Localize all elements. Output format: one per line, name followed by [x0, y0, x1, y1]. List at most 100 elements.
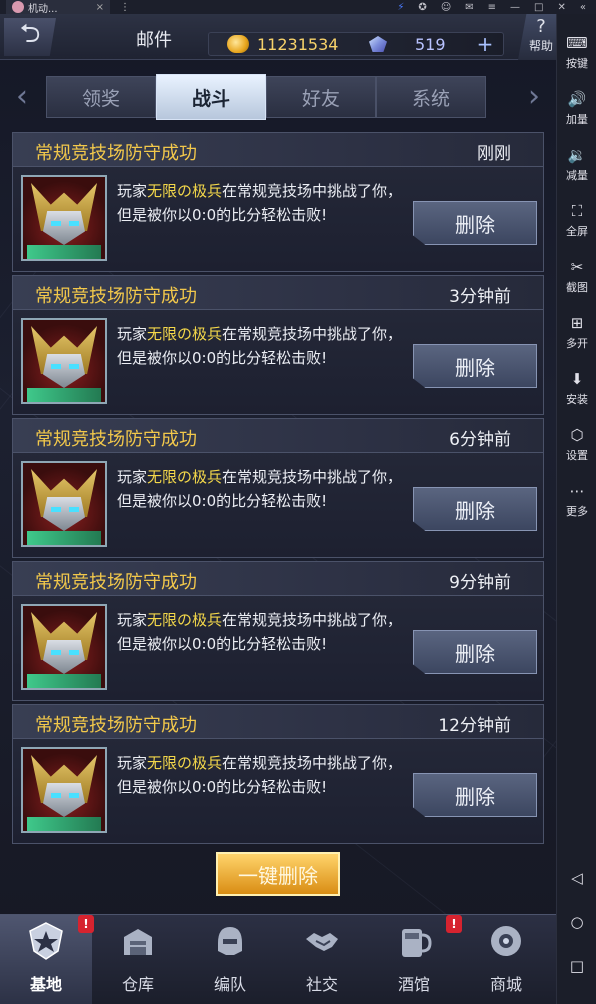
opponent-avatar: [21, 604, 107, 690]
collapse-sidebar-icon[interactable]: «: [580, 2, 586, 13]
help-label: 帮助: [528, 39, 553, 53]
sidebar-keymap[interactable]: ⌨ 按键: [557, 34, 596, 71]
android-recents-icon[interactable]: □: [557, 957, 596, 975]
emulator-tab[interactable]: 机动... ×: [6, 0, 110, 15]
nav-squad[interactable]: 编队: [184, 915, 276, 1004]
mail-item-header: 常规竞技场防守成功 6分钟前: [13, 419, 543, 453]
mail-message: 玩家无限の极兵在常规竞技场中挑战了你，但是被你以0:0的比分轻松击败!: [117, 465, 407, 513]
handshake-icon: [306, 933, 338, 951]
gamepad-icon[interactable]: ✪: [418, 2, 426, 13]
mech-eye: [51, 507, 61, 512]
tabs-left-arrow-icon[interactable]: ‹: [4, 74, 40, 120]
mech-eye: [51, 650, 61, 655]
tab-title: 机动...: [28, 3, 58, 15]
close-window-icon[interactable]: ✕: [557, 2, 565, 13]
android-home-icon[interactable]: ○: [557, 913, 596, 931]
opponent-avatar: [21, 461, 107, 547]
emulator-window: 机动... × ⋮ ⚡ ✪ ☺ ✉ ≡ — □ ✕ « ⮌ 邮件 1123153…: [0, 0, 596, 1004]
nav-tavern[interactable]: ! 酒馆: [368, 915, 462, 1004]
mech-eye: [51, 221, 61, 226]
nav-label: 酒馆: [397, 975, 430, 994]
mail-item-header: 常规竞技场防守成功 9分钟前: [13, 562, 543, 596]
sidebar-label: 按键: [566, 57, 588, 70]
avatar-base: [27, 245, 101, 259]
sidebar-volume-up[interactable]: 🔊 加量: [557, 90, 596, 127]
back-arrow-icon: ⮌: [19, 19, 41, 49]
sidebar-settings[interactable]: ⬡ 设置: [557, 426, 596, 463]
sidebar-install-apk[interactable]: ⬇ 安装: [557, 370, 596, 407]
back-button[interactable]: ⮌: [4, 18, 56, 56]
add-gems-button[interactable]: +: [475, 34, 495, 54]
mail-item: 常规竞技场防守成功 刚刚 玩家无限の极兵在常规竞技场中挑战了你，但是被你以0:0…: [12, 132, 544, 272]
player-name[interactable]: 无限の极兵: [147, 611, 222, 629]
player-name[interactable]: 无限の极兵: [147, 468, 222, 486]
mail-message: 玩家无限の极兵在常规竞技场中挑战了你，但是被你以0:0的比分轻松击败!: [117, 179, 407, 227]
mech-eye: [51, 364, 61, 369]
avatar-icon[interactable]: ☺: [441, 2, 451, 13]
nav-social[interactable]: 社交: [276, 915, 368, 1004]
base-shield-icon: [29, 922, 63, 960]
mail-tabs: ‹ 领奖 战斗 好友 系统 ›: [0, 74, 556, 120]
tabs-right-arrow-icon[interactable]: ›: [516, 74, 552, 120]
menu-icon[interactable]: ⋮: [120, 2, 130, 13]
mail-time: 9分钟前: [449, 573, 511, 593]
sidebar-fullscreen[interactable]: ⛶ 全屏: [557, 202, 596, 239]
sidebar-more[interactable]: ⋯ 更多: [557, 482, 596, 519]
player-name[interactable]: 无限の极兵: [147, 182, 222, 200]
mail-message: 玩家无限の极兵在常规竞技场中挑战了你，但是被你以0:0的比分轻松击败!: [117, 608, 407, 656]
delete-button[interactable]: 删除: [413, 344, 537, 388]
nav-warehouse[interactable]: 仓库: [92, 915, 184, 1004]
maximize-icon[interactable]: □: [534, 2, 543, 13]
gold-amount: 11231534: [257, 35, 339, 54]
message-prefix: 玩家: [117, 468, 148, 486]
multi-instance-icon: ⊞: [570, 314, 584, 332]
sidebar-label: 更多: [566, 505, 588, 518]
player-name[interactable]: 无限の极兵: [147, 754, 222, 772]
currency-bar: 11231534 519 +: [208, 32, 504, 56]
mail-time: 12分钟前: [438, 716, 511, 736]
nav-shop[interactable]: 商城: [460, 915, 552, 1004]
bottom-nav: ! 基地 仓库 编队 社交 ! 酒馆 商城: [0, 914, 556, 1004]
mail-item: 常规竞技场防守成功 3分钟前 玩家无限の极兵在常规竞技场中挑战了你，但是被你以0…: [12, 275, 544, 415]
sidebar-volume-down[interactable]: 🔉 减量: [557, 146, 596, 183]
mail-subject: 常规竞技场防守成功: [35, 429, 197, 450]
help-button[interactable]: ? 帮助: [518, 14, 556, 60]
minimize-icon[interactable]: —: [510, 2, 520, 13]
nav-label: 商城: [489, 975, 522, 994]
delete-button[interactable]: 删除: [413, 630, 537, 674]
delete-button[interactable]: 删除: [413, 201, 537, 245]
player-name[interactable]: 无限の极兵: [147, 325, 222, 343]
close-tab-icon[interactable]: ×: [96, 2, 104, 13]
mech-face: [43, 354, 85, 388]
mech-face: [43, 783, 85, 817]
apk-install-icon: ⬇: [570, 370, 584, 388]
settings-hex-icon: ⬡: [570, 426, 584, 444]
hamburger-icon[interactable]: ≡: [488, 2, 496, 13]
sidebar-label: 截图: [566, 281, 588, 294]
message-prefix: 玩家: [117, 754, 148, 772]
avatar-base: [27, 817, 101, 831]
nav-base[interactable]: ! 基地: [0, 915, 94, 1004]
sidebar-screenshot[interactable]: ✂ 截图: [557, 258, 596, 295]
delete-all-button[interactable]: 一键删除: [216, 852, 340, 896]
squad-helmet-icon: [218, 927, 242, 955]
warehouse-icon: [124, 929, 152, 955]
tab-claim[interactable]: 领奖: [46, 76, 156, 118]
tab-system[interactable]: 系统: [376, 76, 486, 118]
tab-friends[interactable]: 好友: [266, 76, 376, 118]
mech-face: [43, 640, 85, 674]
tab-battle[interactable]: 战斗: [156, 74, 266, 120]
avatar-base: [27, 388, 101, 402]
delete-button[interactable]: 删除: [413, 773, 537, 817]
android-back-icon[interactable]: ◁: [557, 869, 596, 887]
sidebar-multi-instance[interactable]: ⊞ 多开: [557, 314, 596, 351]
more-icon: ⋯: [569, 482, 585, 500]
sidebar-label: 多开: [566, 337, 588, 350]
tavern-mug-icon: [402, 929, 432, 957]
message-icon[interactable]: ✉: [465, 2, 473, 13]
mech-eye: [69, 507, 79, 512]
delete-button[interactable]: 删除: [413, 487, 537, 531]
lightning-icon[interactable]: ⚡: [397, 2, 404, 13]
fullscreen-icon: ⛶: [571, 202, 583, 220]
opponent-avatar: [21, 175, 107, 261]
